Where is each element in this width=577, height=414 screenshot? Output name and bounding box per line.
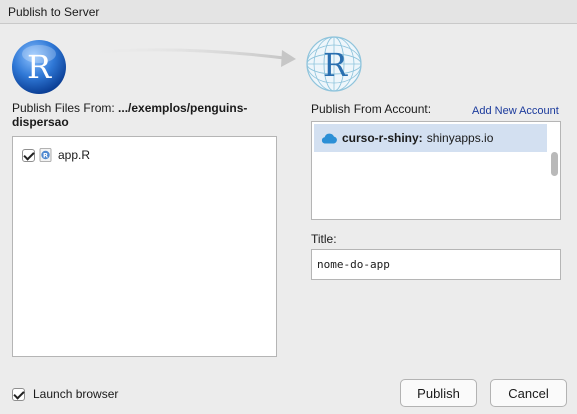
launch-browser-option[interactable]: Launch browser — [12, 387, 118, 401]
svg-text:R: R — [27, 48, 52, 86]
publish-dialog: R R Publish Files From: .../exemplos/pen… — [0, 24, 577, 414]
title-label: Title: — [311, 232, 337, 246]
launch-browser-label: Launch browser — [33, 387, 119, 401]
publish-files-label: Publish Files From: .../exemplos/penguin… — [12, 101, 282, 129]
add-new-account-link[interactable]: Add New Account — [472, 105, 559, 117]
accounts-list[interactable]: curso-r-shiny: shinyapps.io — [311, 121, 561, 220]
publish-account-label: Publish From Account: — [311, 102, 432, 116]
rstudio-connect-globe-icon: R — [306, 36, 362, 92]
publish-button[interactable]: Publish — [400, 379, 477, 407]
accounts-scrollbar[interactable] — [551, 126, 558, 217]
account-name: curso-r-shiny: — [342, 131, 423, 145]
svg-text:R: R — [43, 152, 48, 160]
account-server: shinyapps.io — [426, 131, 494, 145]
file-name: app.R — [58, 148, 91, 162]
files-list[interactable]: R app.R — [12, 136, 277, 357]
cloud-icon — [321, 133, 337, 144]
file-list-item[interactable]: R app.R — [22, 147, 90, 163]
cancel-button[interactable]: Cancel — [490, 379, 567, 407]
svg-text:R: R — [323, 46, 348, 84]
window-title: Publish to Server — [8, 5, 100, 19]
scroll-thumb[interactable] — [551, 152, 558, 176]
account-list-item[interactable]: curso-r-shiny: shinyapps.io — [314, 124, 547, 152]
r-file-icon: R — [39, 148, 52, 162]
r-logo-icon: R — [12, 40, 66, 94]
window-titlebar: Publish to Server — [0, 0, 577, 24]
file-checkbox[interactable] — [22, 148, 35, 162]
title-input[interactable] — [311, 249, 561, 280]
publish-files-label-prefix: Publish Files From: — [12, 101, 119, 115]
publish-arrow-icon — [73, 48, 296, 67]
launch-browser-checkbox[interactable] — [12, 387, 25, 401]
